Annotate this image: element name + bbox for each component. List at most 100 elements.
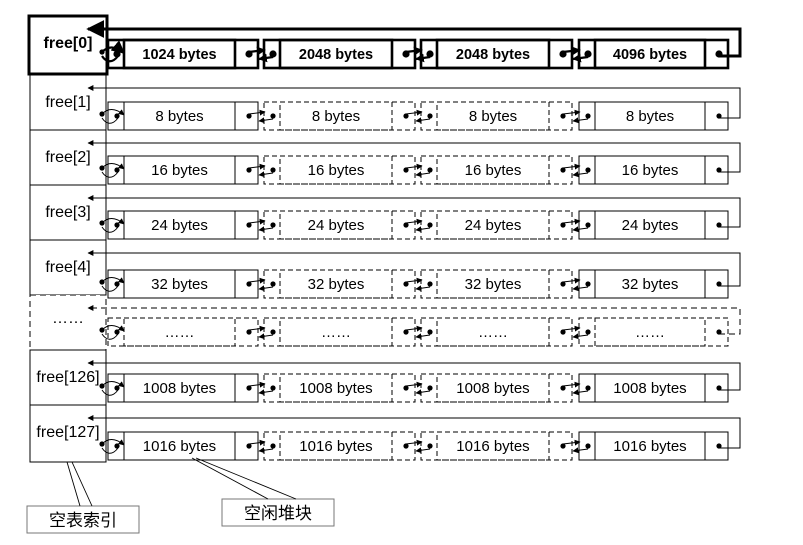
free-block: 16 bytes: [263, 155, 416, 185]
block-size-label: 16 bytes: [622, 162, 679, 179]
prev-pointer-dot: [114, 222, 120, 228]
free-block: 32 bytes: [420, 269, 573, 299]
prev-pointer-dot: [270, 113, 276, 119]
prev-pointer-dot: [427, 222, 433, 228]
block-size-label: 1016 bytes: [456, 438, 529, 455]
block-size-label: ……: [478, 324, 508, 341]
block-size-label: 16 bytes: [151, 162, 208, 179]
block-size-label: 24 bytes: [151, 217, 208, 234]
block-size-label: 2048 bytes: [299, 47, 373, 63]
free-block: 1016 bytes: [107, 431, 259, 461]
free-block-rows: 1024 bytes 2048 bytes 2048 bytes 4096 bytes…: [86, 20, 742, 461]
prev-pointer-dot: [114, 113, 120, 119]
free-block: 1008 bytes: [578, 373, 729, 403]
free-block: ……: [107, 317, 259, 347]
free-list-row: 16 bytes 16 bytes 16 bytes 16 bytes: [87, 140, 741, 185]
block-size-label: 24 bytes: [308, 217, 365, 234]
free-block: 4096 bytes: [577, 38, 730, 70]
prev-pointer-dot: [114, 385, 120, 391]
free-block: 24 bytes: [578, 210, 729, 240]
index-label: free[2]: [45, 149, 90, 166]
prev-pointer-dot: [270, 329, 276, 335]
free-list-row: 8 bytes 8 bytes 8 bytes 8 bytes: [87, 85, 741, 131]
block-size-label: 1008 bytes: [456, 380, 529, 397]
free-block: 8 bytes: [420, 101, 573, 131]
prev-pointer-dot: [114, 281, 120, 287]
block-size-label: 8 bytes: [469, 108, 517, 125]
free-block: 8 bytes: [578, 101, 729, 131]
free-block: 32 bytes: [107, 269, 259, 299]
prev-pointer-dot: [427, 385, 433, 391]
free-block: 16 bytes: [578, 155, 729, 185]
free-block: 24 bytes: [263, 210, 416, 240]
index-label: ……: [52, 310, 84, 327]
block-size-label: 32 bytes: [308, 276, 365, 293]
free-block: 2048 bytes: [262, 38, 417, 70]
block-size-label: 1008 bytes: [143, 380, 216, 397]
index-label: free[0]: [44, 35, 93, 52]
index-label: free[126]: [36, 369, 99, 386]
index-label: free[3]: [45, 204, 90, 221]
block-size-label: 24 bytes: [465, 217, 522, 234]
block-size-label: 1016 bytes: [143, 438, 216, 455]
free-list-diagram: free[0] free[1] free[2] free[3] free[4] …… fre…: [26, 14, 742, 534]
free-block: 8 bytes: [263, 101, 416, 131]
prev-pointer-dot: [585, 113, 591, 119]
free-block: 8 bytes: [107, 101, 259, 131]
caption-blocks: 空闲堆块: [244, 504, 312, 524]
block-size-label: 1008 bytes: [613, 380, 686, 397]
prev-pointer-dot: [270, 281, 276, 287]
prev-pointer-dot: [427, 113, 433, 119]
free-block: 2048 bytes: [419, 38, 574, 70]
free-list-row: 1016 bytes 1016 bytes 1016 bytes 1016 bytes: [87, 415, 741, 461]
free-block: 16 bytes: [420, 155, 573, 185]
free-block: 16 bytes: [107, 155, 259, 185]
free-list-row: 1008 bytes 1008 bytes 1008 bytes 1008 bytes: [87, 360, 741, 403]
block-size-label: 8 bytes: [626, 108, 674, 125]
free-block: 24 bytes: [107, 210, 259, 240]
prev-pointer-dot: [114, 329, 120, 335]
block-size-label: 1008 bytes: [299, 380, 372, 397]
caption-index-group: 空表索引: [26, 461, 140, 534]
block-size-label: 8 bytes: [312, 108, 360, 125]
index-label: free[1]: [45, 94, 90, 111]
prev-pointer-dot: [427, 281, 433, 287]
free-block: ……: [420, 317, 573, 347]
block-size-label: 32 bytes: [151, 276, 208, 293]
block-size-label: 16 bytes: [465, 162, 522, 179]
free-list-index-column: free[0] free[1] free[2] free[3] free[4] …… fre…: [27, 14, 109, 463]
prev-pointer-dot: [114, 167, 120, 173]
block-size-label: ……: [635, 324, 665, 341]
block-size-label: 1016 bytes: [613, 438, 686, 455]
prev-pointer-dot: [585, 222, 591, 228]
free-list-row: 32 bytes 32 bytes 32 bytes 32 bytes: [87, 250, 741, 299]
free-list-row: …… …… …… ……: [87, 305, 741, 347]
prev-pointer-dot: [114, 443, 120, 449]
prev-pointer-dot: [585, 167, 591, 173]
block-size-label: 32 bytes: [465, 276, 522, 293]
prev-pointer-dot: [585, 329, 591, 335]
free-list-row: 1024 bytes 2048 bytes 2048 bytes 4096 bytes: [86, 20, 742, 70]
free-block: 1008 bytes: [263, 373, 416, 403]
block-size-label: 4096 bytes: [613, 47, 687, 63]
prev-pointer-dot: [427, 443, 433, 449]
prev-pointer-dot: [585, 281, 591, 287]
block-size-label: 2048 bytes: [456, 47, 530, 63]
free-block: ……: [263, 317, 416, 347]
free-list-row: 24 bytes 24 bytes 24 bytes 24 bytes: [87, 195, 741, 240]
prev-pointer-dot: [270, 222, 276, 228]
caption-index: 空表索引: [49, 511, 117, 531]
block-size-label: 1016 bytes: [299, 438, 372, 455]
block-size-label: ……: [165, 324, 195, 341]
free-block: 1008 bytes: [107, 373, 259, 403]
prev-pointer-dot: [270, 443, 276, 449]
block-size-label: 24 bytes: [622, 217, 679, 234]
block-size-label: 16 bytes: [308, 162, 365, 179]
free-block: 1024 bytes: [106, 38, 260, 70]
block-size-label: 1024 bytes: [142, 47, 216, 63]
index-label: free[127]: [36, 424, 99, 441]
block-size-label: ……: [321, 324, 351, 341]
prev-pointer-dot: [427, 329, 433, 335]
free-block: 1016 bytes: [263, 431, 416, 461]
prev-pointer-dot: [270, 167, 276, 173]
